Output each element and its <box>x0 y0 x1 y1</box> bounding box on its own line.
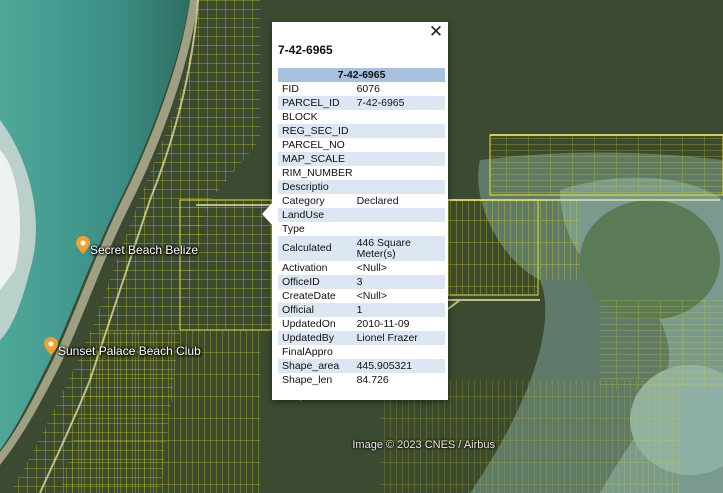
attribute-key: Shape_len <box>282 373 333 386</box>
attribute-value: 84.726 <box>356 373 389 386</box>
attribute-key: PARCEL_ID <box>278 96 353 110</box>
attribute-key: UpdatedBy <box>278 331 353 345</box>
attribute-key: Type <box>282 222 305 235</box>
attribute-value <box>352 152 445 166</box>
attribute-key: Activation <box>282 261 328 274</box>
attribute-row: Activation <Null> <box>278 261 445 275</box>
attribute-key: UpdatedOn <box>282 317 336 330</box>
popup-pointer <box>262 202 273 226</box>
attribute-value <box>352 124 445 138</box>
attribute-value: 446 Square Meter(s) <box>352 236 445 261</box>
attribute-value <box>352 180 445 194</box>
attribute-row: OfficeID 3 <box>278 275 445 289</box>
attribute-value: 445.905321 <box>352 359 445 373</box>
attribute-row: Shape_len 84.726 <box>278 373 445 387</box>
attribute-row: UpdatedOn 2010-11-09 <box>278 317 445 331</box>
attribute-key: MAP_SCALE <box>278 152 353 166</box>
attribute-value: 6076 <box>356 82 380 95</box>
attribute-key: LandUse <box>278 208 353 222</box>
attribute-value <box>353 222 445 236</box>
attribute-row: Calculated 446 Square Meter(s) <box>278 236 445 261</box>
attribute-row: LandUse <box>278 208 445 222</box>
attribute-row: RIM_NUMBER <box>278 166 445 180</box>
attribute-row: MAP_SCALE <box>278 152 445 166</box>
attribute-key: FID <box>282 82 299 95</box>
attribute-value: <Null> <box>356 289 387 302</box>
attribute-value: 1 <box>352 303 445 317</box>
attribute-value: 2010-11-09 <box>356 317 410 330</box>
attribute-key: FinalAppro <box>282 345 333 358</box>
attribute-table: 7-42-6965 FID 6076 PARCEL_ID 7-42-6965 BLO… <box>278 68 445 387</box>
attribute-key: RIM_NUMBER <box>282 166 353 179</box>
place-label-secret-beach[interactable]: Secret Beach Belize <box>90 243 198 257</box>
attribute-row: Descriptio <box>278 180 445 194</box>
attribute-value <box>353 345 445 359</box>
attribute-key: BLOCK <box>282 110 318 123</box>
attribute-value <box>353 166 445 180</box>
attribute-value <box>352 208 445 222</box>
attribute-row: REG_SEC_ID <box>278 124 445 138</box>
attribute-row: Shape_area 445.905321 <box>278 359 445 373</box>
attribute-row: FinalAppro <box>278 345 445 359</box>
attribute-row: PARCEL_ID 7-42-6965 <box>278 96 445 110</box>
attribute-key: CreateDate <box>282 289 336 302</box>
place-label-sunset-palace[interactable]: Sunset Palace Beach Club <box>58 344 201 358</box>
attribute-row: Type <box>278 222 445 236</box>
attribute-value <box>353 138 445 152</box>
attribute-row: FID 6076 <box>278 82 445 96</box>
attribute-key: Category <box>282 194 325 207</box>
attribute-key: Official <box>278 303 353 317</box>
popup-title: 7-42-6965 <box>278 43 333 57</box>
map-pin-icon[interactable] <box>44 337 58 355</box>
attribute-row: UpdatedBy Lionel Frazer <box>278 331 445 345</box>
imagery-credit: Image © 2023 CNES / Airbus <box>352 439 495 451</box>
attribute-key: Descriptio <box>278 180 353 194</box>
attribute-key: REG_SEC_ID <box>278 124 353 138</box>
attribute-value <box>353 110 445 124</box>
attribute-table-header: 7-42-6965 <box>278 68 445 82</box>
attribute-key: PARCEL_NO <box>282 138 345 151</box>
attribute-value: <Null> <box>356 261 387 274</box>
close-icon[interactable]: ✕ <box>428 23 444 41</box>
attribute-row: Official 1 <box>278 303 445 317</box>
attribute-value: 7-42-6965 <box>352 96 445 110</box>
attribute-row: CreateDate <Null> <box>278 289 445 303</box>
attribute-value: Lionel Frazer <box>352 331 445 345</box>
attribute-row: BLOCK <box>278 110 445 124</box>
attribute-key: OfficeID <box>278 275 353 289</box>
attribute-key: Calculated <box>278 236 353 261</box>
attribute-value: 3 <box>352 275 445 289</box>
attribute-row: PARCEL_NO <box>278 138 445 152</box>
attribute-row: Category Declared <box>278 194 445 208</box>
map-pin-icon[interactable] <box>76 236 90 254</box>
parcel-info-popup: ✕ 7-42-6965 7-42-6965 FID 6076 PARCEL_ID 7… <box>262 22 448 400</box>
attribute-value: Declared <box>356 194 399 207</box>
attribute-key: Shape_area <box>278 359 353 373</box>
